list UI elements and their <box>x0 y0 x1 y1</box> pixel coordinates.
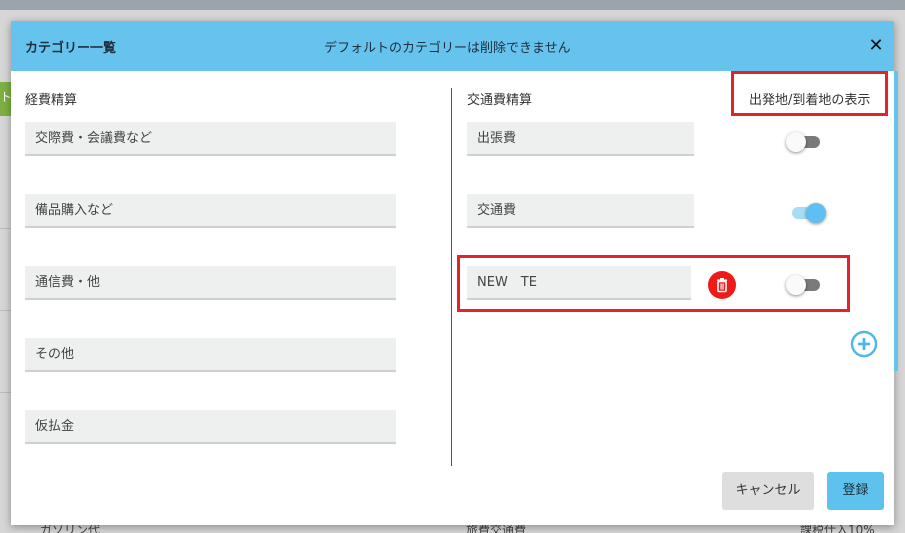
expense-section-heading: 経費精算 <box>25 93 78 108</box>
add-category-button[interactable] <box>850 330 878 358</box>
route-display-toggle[interactable] <box>792 203 828 223</box>
route-display-toggle[interactable] <box>786 132 822 152</box>
category-list-modal: カテゴリー一覧 デフォルトのカテゴリーは削除できません ✕ 経費精算 交際費・会… <box>11 21 898 525</box>
expense-category-field[interactable]: その他 <box>25 338 396 372</box>
save-button[interactable]: 登録 <box>827 472 884 510</box>
toggle-knob <box>786 132 806 152</box>
delete-category-button[interactable] <box>708 271 736 299</box>
background-row-text: ガソリン代 <box>40 524 101 533</box>
expense-category-field[interactable]: 備品購入など <box>25 194 396 228</box>
transport-section-heading: 交通費精算 <box>467 93 533 108</box>
background-top-bar <box>0 0 905 10</box>
trash-icon <box>717 278 727 293</box>
close-icon: ✕ <box>868 35 884 56</box>
transport-category-field[interactable]: 交通費 <box>467 194 694 228</box>
plus-circle-icon <box>850 330 878 358</box>
transport-category-field[interactable]: 出張費 <box>467 122 694 156</box>
cancel-button[interactable]: キャンセル <box>722 472 814 510</box>
close-button[interactable]: ✕ <box>864 34 888 58</box>
toggle-knob <box>806 203 826 223</box>
expense-category-field[interactable]: 通信費・他 <box>25 266 396 300</box>
background-row-text: 課税仕入10% <box>800 524 875 533</box>
expense-category-field[interactable]: 交際費・会議費など <box>25 122 396 156</box>
modal-subtitle: デフォルトのカテゴリーは削除できません <box>324 41 571 56</box>
route-display-heading: 出発地/到着地の表示 <box>749 93 871 108</box>
new-transport-category-field[interactable]: NEW TE <box>467 266 691 300</box>
column-divider <box>451 88 452 466</box>
background-row-text: 旅費交通費 <box>466 524 527 533</box>
modal-title: カテゴリー一覧 <box>25 41 117 56</box>
route-display-toggle[interactable] <box>786 275 822 295</box>
modal-header: カテゴリー一覧 デフォルトのカテゴリーは削除できません ✕ <box>11 21 894 71</box>
expense-category-field[interactable]: 仮払金 <box>25 410 396 444</box>
scrollbar[interactable] <box>894 71 898 371</box>
toggle-knob <box>786 275 806 295</box>
